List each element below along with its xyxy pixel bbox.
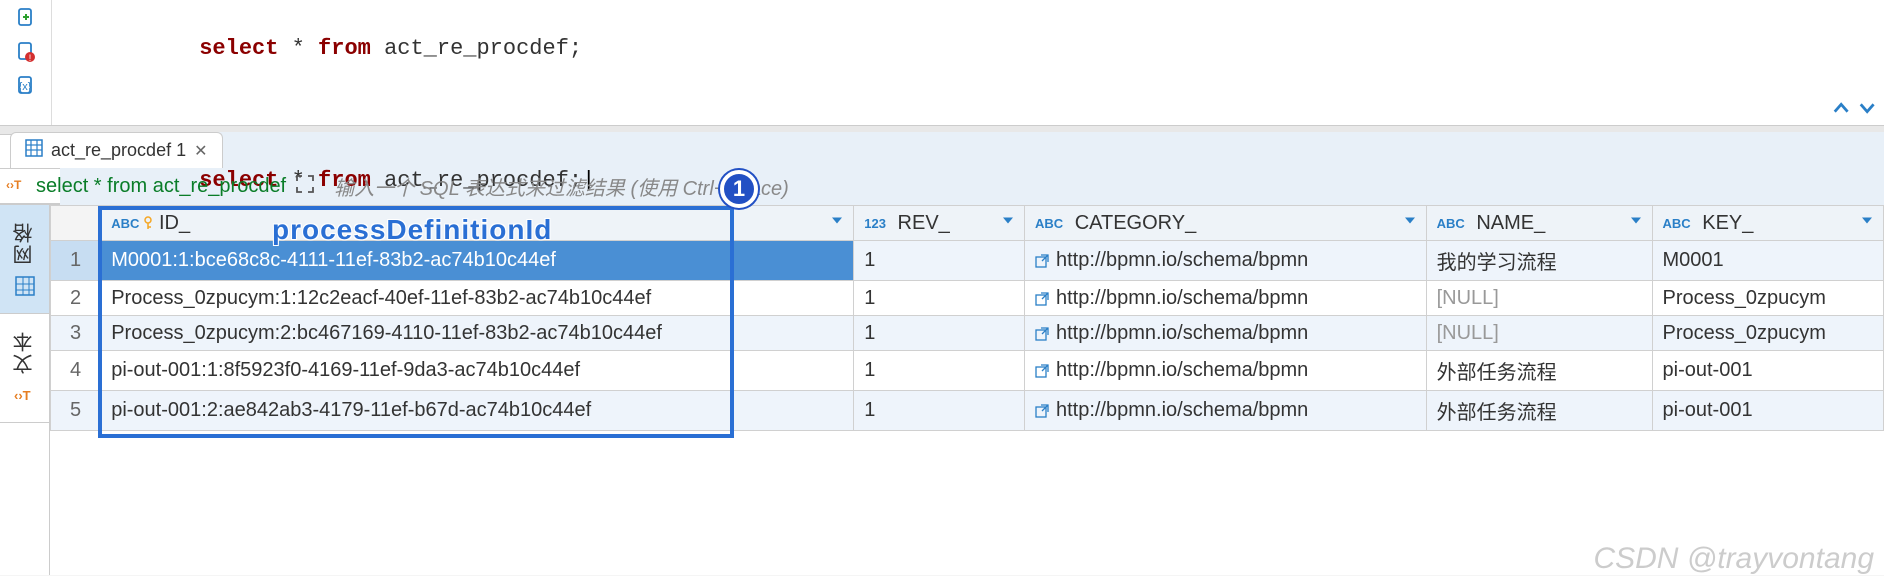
sort-arrow-icon[interactable] (1859, 212, 1875, 235)
rev-cell[interactable]: 1 (854, 391, 1025, 431)
id-cell[interactable]: M0001:1:bce68c8c-4111-11ef-83b2-ac74b10c… (101, 241, 854, 281)
category-cell[interactable]: http://bpmn.io/schema/bpmn (1024, 281, 1426, 316)
key-icon (143, 212, 153, 235)
type-abc-icon: ABC (111, 216, 139, 231)
svg-text:!: ! (28, 53, 31, 63)
rev-cell[interactable]: 1 (854, 316, 1025, 351)
annotation-badge: 1 (720, 170, 758, 208)
type-abc-icon: ABC (1035, 216, 1063, 231)
data-grid[interactable]: ABC ID_ 123 REV_ ABC CATEGORY_ (50, 205, 1884, 575)
type-abc-icon: ABC (1663, 216, 1691, 231)
id-cell[interactable]: pi-out-001:1:8f5923f0-4169-11ef-9da3-ac7… (101, 351, 854, 391)
expand-icon[interactable] (294, 173, 316, 200)
type-number-icon: 123 (864, 216, 886, 231)
column-header-name[interactable]: ABC NAME_ (1426, 206, 1652, 241)
name-cell[interactable]: 我的学习流程 (1426, 241, 1652, 281)
grid-view-tab[interactable]: 网格 (0, 205, 49, 314)
name-cell[interactable]: [NULL] (1426, 281, 1652, 316)
result-tab[interactable]: act_re_procdef 1 ✕ (10, 132, 223, 168)
type-abc-icon: ABC (1437, 216, 1465, 231)
annotation-label: processDefinitionId (272, 214, 552, 246)
key-cell[interactable]: M0001 (1652, 241, 1883, 281)
external-link-icon (1035, 287, 1050, 309)
sql-editor[interactable]: select * from act_re_procdef; select * f… (52, 0, 1884, 125)
filter-sql-text[interactable]: select * from act_re_procdef (36, 175, 286, 198)
name-cell[interactable]: [NULL] (1426, 316, 1652, 351)
category-cell[interactable]: http://bpmn.io/schema/bpmn (1024, 241, 1426, 281)
row-number-cell[interactable]: 2 (51, 281, 101, 316)
close-icon[interactable]: ✕ (194, 141, 207, 161)
column-header-category[interactable]: ABC CATEGORY_ (1024, 206, 1426, 241)
category-cell[interactable]: http://bpmn.io/schema/bpmn (1024, 316, 1426, 351)
editor-section: ! {x} select * from act_re_procdef; sele… (0, 0, 1884, 125)
view-mode-tabs: 网格 文本 ‹›T (0, 205, 50, 575)
text-icon: ‹›T (14, 384, 36, 406)
external-link-icon (1035, 359, 1050, 381)
result-tab-label: act_re_procdef 1 (51, 140, 186, 161)
sql-tag-icon[interactable]: ‹›T (6, 173, 28, 200)
row-number-cell[interactable]: 3 (51, 316, 101, 351)
table-row[interactable]: 1M0001:1:bce68c8c-4111-11ef-83b2-ac74b10… (51, 241, 1884, 281)
name-cell[interactable]: 外部任务流程 (1426, 391, 1652, 431)
row-number-cell[interactable]: 1 (51, 241, 101, 281)
external-link-icon (1035, 399, 1050, 421)
svg-text:{x}: {x} (18, 81, 31, 93)
rev-cell[interactable]: 1 (854, 241, 1025, 281)
id-cell[interactable]: Process_0zpucym:1:12c2eacf-40ef-11ef-83b… (101, 281, 854, 316)
id-cell[interactable]: pi-out-001:2:ae842ab3-4179-11ef-b67d-ac7… (101, 391, 854, 431)
category-cell[interactable]: http://bpmn.io/schema/bpmn (1024, 391, 1426, 431)
text-view-tab[interactable]: 文本 ‹›T (0, 314, 49, 423)
rev-cell[interactable]: 1 (854, 281, 1025, 316)
sort-arrow-icon[interactable] (1628, 212, 1644, 235)
table-row[interactable]: 2Process_0zpucym:1:12c2eacf-40ef-11ef-83… (51, 281, 1884, 316)
key-cell[interactable]: Process_0zpucym (1652, 281, 1883, 316)
key-cell[interactable]: Process_0zpucym (1652, 316, 1883, 351)
sort-arrow-icon[interactable] (829, 212, 845, 235)
id-cell[interactable]: Process_0zpucym:2:bc467169-4110-11ef-83b… (101, 316, 854, 351)
table-row[interactable]: 4pi-out-001:1:8f5923f0-4169-11ef-9da3-ac… (51, 351, 1884, 391)
add-file-icon[interactable] (11, 4, 41, 32)
grid-icon (14, 275, 36, 297)
keyword-select: select (199, 36, 278, 61)
editor-nav-arrows[interactable] (1832, 100, 1880, 116)
sort-arrow-icon[interactable] (1000, 212, 1016, 235)
category-cell[interactable]: http://bpmn.io/schema/bpmn (1024, 351, 1426, 391)
editor-gutter-actions: ! {x} (0, 0, 52, 125)
row-number-cell[interactable]: 5 (51, 391, 101, 431)
key-cell[interactable]: pi-out-001 (1652, 351, 1883, 391)
row-number-cell[interactable]: 4 (51, 351, 101, 391)
external-link-icon (1035, 249, 1050, 271)
name-cell[interactable]: 外部任务流程 (1426, 351, 1652, 391)
external-link-icon (1035, 322, 1050, 344)
results-grid-area: 网格 文本 ‹›T ABC ID_ 123 REV_ (0, 205, 1884, 575)
row-number-header[interactable] (51, 206, 101, 241)
svg-text:‹›T: ‹›T (6, 178, 22, 192)
table-row[interactable]: 5pi-out-001:2:ae842ab3-4179-11ef-b67d-ac… (51, 391, 1884, 431)
error-file-icon[interactable]: ! (11, 38, 41, 66)
sort-arrow-icon[interactable] (1402, 212, 1418, 235)
column-header-rev[interactable]: 123 REV_ (854, 206, 1025, 241)
table-row[interactable]: 3Process_0zpucym:2:bc467169-4110-11ef-83… (51, 316, 1884, 351)
keyword-from: from (318, 36, 371, 61)
svg-text:‹›T: ‹›T (14, 388, 31, 403)
key-cell[interactable]: pi-out-001 (1652, 391, 1883, 431)
rev-cell[interactable]: 1 (854, 351, 1025, 391)
table-icon (25, 139, 43, 162)
variable-file-icon[interactable]: {x} (11, 72, 41, 100)
column-header-key[interactable]: ABC KEY_ (1652, 206, 1883, 241)
